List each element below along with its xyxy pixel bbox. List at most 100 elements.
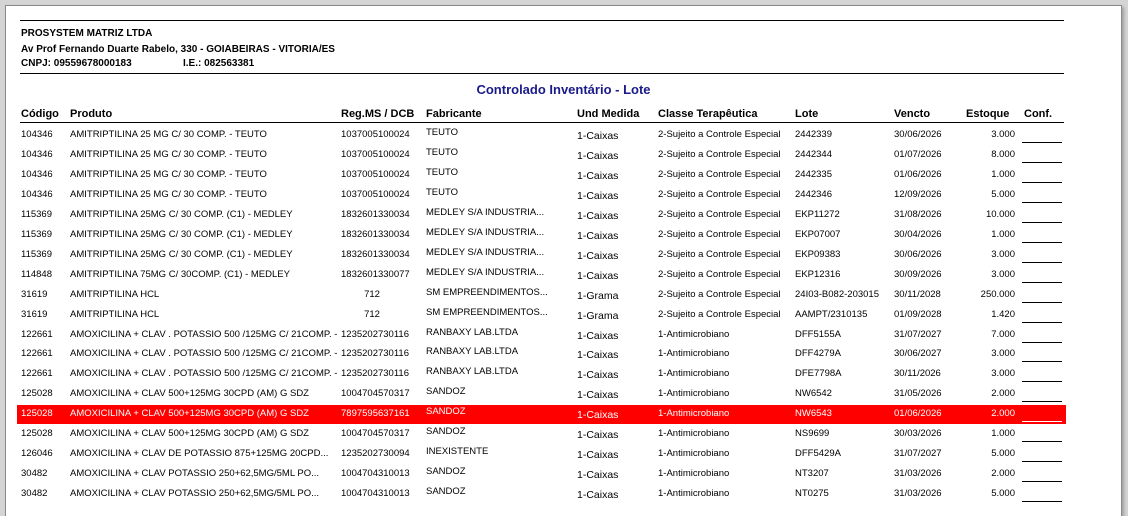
cell-und: 1-Grama [577,289,619,302]
table-row[interactable]: 114848 AMITRIPTILINA 75MG C/ 30COMP. (C1)… [6,266,1121,286]
cell-und: 1-Grama [577,309,619,322]
table-row[interactable]: 104346 AMITRIPTILINA 25 MG C/ 30 COMP. - … [6,126,1121,146]
table-row[interactable]: 115369 AMITRIPTILINA 25MG C/ 30 COMP. (C1… [6,246,1121,266]
cell-reg: 1235202730116 [341,348,409,360]
conf-checkline[interactable] [1022,281,1062,283]
cell-lote: 2442335 [795,168,832,180]
conf-checkline[interactable] [1022,261,1062,263]
cell-codigo: 114848 [21,268,52,280]
conf-checkline[interactable] [1022,241,1062,243]
cell-vencto: 30/06/2027 [894,348,942,360]
cell-classe: 1-Antimicrobiano [658,448,730,460]
cell-produto: AMITRIPTILINA 25MG C/ 30 COMP. (C1) - ME… [70,228,293,240]
cell-codigo: 104346 [21,148,53,160]
conf-checkline[interactable] [1022,142,1062,143]
table-row[interactable]: 122661 AMOXICILINA + CLAV . POTASSIO 500 … [6,326,1121,346]
cell-vencto: 01/06/2026 [894,168,942,180]
cell-fabricante: MEDLEY S/A INDUSTRIA... [426,266,545,278]
cell-reg: 1037005100024 [341,148,410,160]
table-row[interactable]: 122661 AMOXICILINA + CLAV . POTASSIO 500 … [6,345,1121,365]
conf-checkline[interactable] [1022,501,1062,503]
cell-produto: AMOXICILINA + CLAV . POTASSIO 500 /125MG… [70,348,338,360]
conf-checkline[interactable] [1022,161,1062,163]
cell-vencto: 31/07/2027 [894,328,942,340]
cell-lote: NW6542 [795,388,832,400]
company-address: Av Prof Fernando Duarte Rabelo, 330 - GO… [21,44,335,55]
conf-checkline[interactable] [1022,181,1062,183]
table-row[interactable]: 104346 AMITRIPTILINA 25 MG C/ 30 COMP. - … [6,186,1121,206]
cell-reg: 1004704310013 [341,488,410,500]
cell-fabricante: SANDOZ [426,386,466,398]
cell-vencto: 30/11/2026 [894,368,941,380]
cell-lote: EKP11272 [795,208,840,220]
cell-vencto: 31/03/2026 [894,488,942,500]
cell-produto: AMITRIPTILINA 25 MG C/ 30 COMP. - TEUTO [70,168,267,180]
table-row[interactable]: 104346 AMITRIPTILINA 25 MG C/ 30 COMP. - … [6,166,1121,186]
conf-checkline[interactable] [1022,381,1062,383]
cell-lote: 2442346 [795,188,832,200]
company-ie: I.E.: 082563381 [183,58,255,69]
col-und: Und Medida [577,108,640,120]
conf-checkline[interactable] [1022,421,1062,423]
table-row[interactable]: 125028 AMOXICILINA + CLAV 500+125MG 30CPD… [6,425,1121,445]
cell-classe: 2-Sujeito a Controle Especial [658,268,781,280]
cell-codigo: 104346 [21,129,53,140]
conf-checkline[interactable] [1022,441,1062,443]
cell-reg: 1235202730116 [341,368,409,380]
table-row[interactable]: 125028 AMOXICILINA + CLAV 500+125MG 30CPD… [6,385,1121,405]
cell-codigo: 125028 [21,408,53,420]
table-row[interactable]: 30482 AMOXICILINA + CLAV POTASSIO 250+62,… [6,465,1121,485]
cell-reg: 1004704570317 [341,388,410,400]
cell-classe: 1-Antimicrobiano [658,388,730,400]
cell-classe: 2-Sujeito a Controle Especial [658,288,781,300]
cell-codigo: 126046 [21,448,53,460]
cell-fabricante: TEUTO [426,146,459,158]
cell-vencto: 30/03/2026 [894,428,942,440]
cell-und: 1-Caixas [577,229,619,242]
table-row[interactable]: 31619 AMITRIPTILINA HCL 712 SM EMPREENDIMEN… [6,286,1121,306]
conf-checkline[interactable] [1022,321,1062,323]
cell-lote: 2442339 [795,129,832,140]
cell-und: 1-Caixas [577,369,619,382]
col-vencto: Vencto [894,108,931,120]
table-row[interactable]: 30482 AMOXICILINA + CLAV POTASSIO 250+62,… [6,485,1121,505]
cell-estoque: 2.000 [991,408,1015,420]
cell-vencto: 31/08/2026 [894,208,942,220]
cell-und: 1-Caixas [577,130,619,142]
cell-classe: 1-Antimicrobiano [658,408,730,420]
table-row[interactable]: 122661 AMOXICILINA + CLAV . POTASSIO 500 … [6,365,1121,385]
cell-produto: AMITRIPTILINA 25 MG C/ 30 COMP. - TEUTO [70,129,267,140]
cell-lote: 24I03-B082-203015 [795,288,879,300]
cell-reg: 1832601330034 [341,248,410,260]
conf-checkline[interactable] [1022,481,1062,483]
cell-classe: 2-Sujeito a Controle Especial [658,248,781,260]
conf-checkline[interactable] [1022,341,1062,343]
cell-estoque: 2.000 [991,388,1015,400]
table-row[interactable]: 115369 AMITRIPTILINA 25MG C/ 30 COMP. (C1… [6,206,1121,226]
table-row[interactable]: 126046 AMOXICILINA + CLAV DE POTASSIO 875… [6,445,1121,465]
cell-codigo: 31619 [21,308,48,320]
cell-reg: 712 [364,288,380,300]
cell-estoque: 3.000 [991,368,1015,380]
cell-reg: 1235202730116 [341,328,409,340]
cell-fabricante: RANBAXY LAB.LTDA [426,326,519,338]
col-estoque: Estoque [966,108,1010,120]
table-row[interactable]: 104346 AMITRIPTILINA 25 MG C/ 30 COMP. - … [6,146,1121,166]
table-row-selected[interactable]: 125028 AMOXICILINA + CLAV 500+125MG 30CPD… [6,405,1121,425]
conf-checkline[interactable] [1022,201,1062,203]
conf-checkline[interactable] [1022,221,1062,223]
cell-vencto: 31/07/2027 [894,448,942,460]
cell-fabricante: MEDLEY S/A INDUSTRIA... [426,206,545,218]
cell-fabricante: TEUTO [426,166,459,178]
cell-reg: 1832601330034 [341,208,410,220]
table-row[interactable]: 115369 AMITRIPTILINA 25MG C/ 30 COMP. (C1… [6,226,1121,246]
cell-estoque: 3.000 [991,348,1015,360]
report-title: Controlado Inventário - Lote [476,82,651,97]
conf-checkline[interactable] [1022,461,1062,463]
conf-checkline[interactable] [1022,361,1062,363]
conf-checkline[interactable] [1022,401,1062,403]
conf-checkline[interactable] [1022,301,1062,303]
cell-produto: AMITRIPTILINA 25MG C/ 30 COMP. (C1) - ME… [70,248,293,260]
table-row[interactable]: 31619 AMITRIPTILINA HCL 712 SM EMPREENDIMEN… [6,306,1121,326]
top-rule [20,20,1064,21]
